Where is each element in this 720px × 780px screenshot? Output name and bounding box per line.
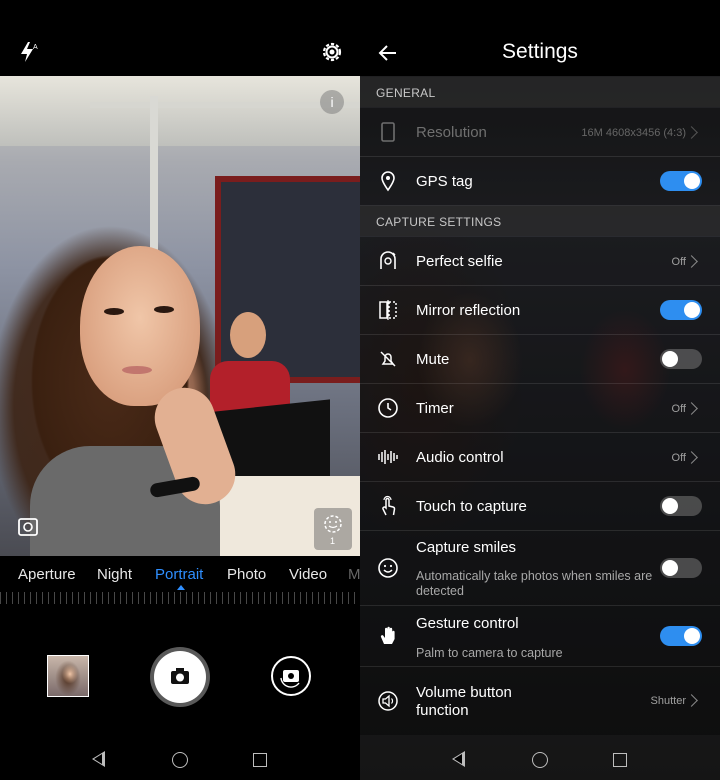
chevron-right-icon: [685, 451, 698, 464]
setting-capture-smiles[interactable]: Capture smiles Automatically take photos…: [360, 531, 720, 606]
setting-label: Timer: [416, 400, 454, 417]
mode-scale-ticks: [0, 592, 360, 604]
mute-toggle[interactable]: [660, 349, 702, 369]
info-icon[interactable]: i: [320, 90, 344, 114]
setting-timer[interactable]: Timer Off: [360, 384, 720, 433]
right-navigation-bar: [360, 740, 720, 780]
setting-value: Off: [671, 256, 686, 268]
location-pin-icon: [381, 171, 395, 192]
setting-label: GPS tag: [416, 173, 473, 190]
mode-photo[interactable]: Photo: [227, 566, 266, 583]
setting-label: Perfect selfie: [416, 253, 503, 270]
smile-detect-icon[interactable]: 1: [314, 508, 352, 550]
mirror-reflection-toggle[interactable]: [660, 300, 702, 320]
mode-portrait[interactable]: Portrait: [155, 566, 203, 583]
capture-smiles-toggle[interactable]: [660, 558, 702, 578]
page-title: Settings: [502, 40, 578, 63]
setting-label: Gesture control: [416, 615, 519, 632]
mode-aperture[interactable]: Aperture: [18, 566, 76, 583]
flash-auto-icon[interactable]: A: [18, 40, 40, 64]
chevron-right-icon: [685, 402, 698, 415]
perfect-selfie-icon: [380, 251, 396, 269]
setting-touch-to-capture[interactable]: Touch to capture: [360, 482, 720, 531]
resolution-icon: [381, 122, 395, 142]
setting-perfect-selfie[interactable]: Perfect selfie Off: [360, 237, 720, 286]
setting-value: Off: [671, 452, 686, 464]
gallery-thumbnail[interactable]: [47, 655, 89, 697]
setting-description: Palm to camera to capture: [416, 646, 563, 660]
nav-home-icon[interactable]: [532, 752, 548, 768]
setting-label: Capture smiles: [416, 539, 517, 556]
setting-label: Volume button function: [416, 684, 512, 719]
nav-recent-icon[interactable]: [253, 753, 267, 767]
nav-recent-icon[interactable]: [613, 753, 627, 767]
setting-value: Shutter: [650, 695, 686, 707]
touch-to-capture-toggle[interactable]: [660, 496, 702, 516]
setting-mirror-reflection[interactable]: Mirror reflection: [360, 286, 720, 335]
section-capture-settings: CAPTURE SETTINGS: [360, 206, 720, 236]
setting-label: Resolution: [416, 124, 487, 141]
settings-screen: Settings GENERAL Resolution 16M 4608x345…: [360, 0, 720, 780]
chevron-right-icon: [685, 694, 698, 707]
nav-back-icon[interactable]: [452, 751, 465, 767]
gps-tag-toggle[interactable]: [660, 171, 702, 191]
smile-icon: [378, 558, 398, 578]
switch-camera-icon: [280, 670, 300, 688]
mode-video[interactable]: Video: [289, 566, 327, 583]
mode-night[interactable]: Night: [97, 566, 132, 583]
setting-gesture-control[interactable]: Gesture control Palm to camera to captur…: [360, 606, 720, 667]
shutter-camera-icon: [171, 668, 189, 684]
clock-icon: [378, 398, 398, 418]
mode-more[interactable]: M: [348, 566, 360, 583]
svg-text:A: A: [33, 44, 38, 51]
palm-icon: [380, 626, 395, 644]
setting-value: Off: [671, 403, 686, 415]
shutter-button[interactable]: [154, 651, 206, 703]
camera-screen: A i 1 Aperture Night Portrait Photo Vide…: [0, 0, 360, 780]
volume-icon: [378, 691, 398, 711]
gear-icon[interactable]: [320, 40, 344, 64]
mirror-icon: [379, 300, 397, 320]
setting-gps-tag[interactable]: GPS tag: [360, 157, 720, 206]
camera-viewfinder[interactable]: [0, 76, 360, 556]
setting-volume-button-function[interactable]: Volume button function Shutter: [360, 667, 720, 735]
active-mode-indicator: [177, 585, 185, 590]
camera-top-bar: A: [0, 0, 360, 76]
setting-resolution: Resolution 16M 4608x3456 (4:3): [360, 108, 720, 157]
nav-back-icon[interactable]: [92, 751, 105, 767]
mute-icon: [380, 351, 396, 367]
setting-audio-control[interactable]: Audio control Off: [360, 433, 720, 482]
left-navigation-bar: [0, 740, 360, 780]
section-general: GENERAL: [360, 77, 720, 107]
chevron-right-icon: [685, 255, 698, 268]
gesture-control-toggle[interactable]: [660, 626, 702, 646]
frame-icon[interactable]: [18, 518, 38, 536]
setting-description: Automatically take photos when smiles ar…: [416, 569, 653, 598]
chevron-right-icon: [685, 126, 698, 139]
setting-label: Mirror reflection: [416, 302, 521, 319]
smile-count: 1: [330, 536, 336, 546]
setting-label: Audio control: [416, 449, 504, 466]
setting-label: Mute: [416, 351, 450, 368]
touch-icon: [382, 495, 396, 516]
setting-label: Touch to capture: [416, 498, 527, 515]
audio-wave-icon: [378, 450, 398, 464]
setting-value: 16M 4608x3456 (4:3): [581, 127, 686, 139]
switch-camera-button[interactable]: [271, 656, 311, 696]
nav-home-icon[interactable]: [172, 752, 188, 768]
setting-mute[interactable]: Mute: [360, 335, 720, 384]
settings-header: Settings: [360, 0, 720, 76]
